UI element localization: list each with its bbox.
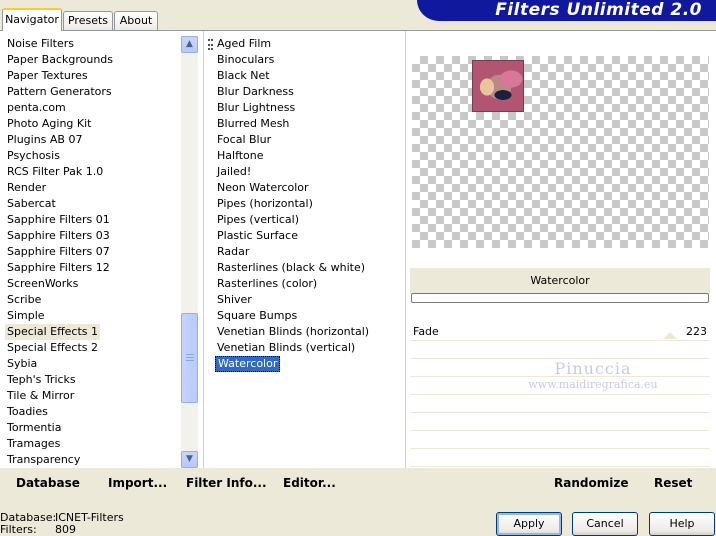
list-item[interactable]: Pipes (vertical) bbox=[215, 212, 301, 228]
list-item[interactable]: Special Effects 1 bbox=[5, 324, 101, 340]
list-item[interactable]: Sybia bbox=[5, 356, 39, 372]
list-item[interactable]: Square Bumps bbox=[215, 308, 299, 324]
editor-button[interactable]: Editor... bbox=[283, 475, 336, 491]
scroll-up-button[interactable]: ▲ bbox=[181, 36, 198, 53]
list-item[interactable]: Blur Darkness bbox=[215, 84, 296, 100]
chevron-up-icon: ▲ bbox=[186, 39, 193, 49]
list-item[interactable]: Jailed! bbox=[215, 164, 253, 180]
list-item[interactable]: penta.com bbox=[5, 100, 68, 116]
watermark: Pinuccia www.maidiregrafica.eu bbox=[518, 359, 668, 392]
list-item[interactable]: Sapphire Filters 01 bbox=[5, 212, 112, 228]
list-item[interactable]: Blur Lightness bbox=[215, 100, 297, 116]
empty-slider-row bbox=[410, 396, 710, 413]
list-item[interactable]: Binoculars bbox=[215, 52, 276, 68]
list-item[interactable]: Simple bbox=[5, 308, 47, 324]
preview-thumbnail bbox=[472, 60, 524, 112]
filter-list[interactable]: Aged Film Binoculars Black Net Blur Darknes… bbox=[208, 36, 404, 468]
list-item[interactable]: Venetian Blinds (horizontal) bbox=[215, 324, 371, 340]
divider-left bbox=[203, 31, 204, 468]
list-item[interactable]: Radar bbox=[215, 244, 251, 260]
list-item[interactable]: Tramages bbox=[5, 436, 62, 452]
apply-button[interactable]: Apply bbox=[496, 512, 562, 536]
list-item[interactable]: Noise Filters bbox=[5, 36, 76, 52]
import-button[interactable]: Import... bbox=[108, 475, 167, 491]
list-item[interactable]: Rasterlines (black & white) bbox=[215, 260, 367, 276]
list-item[interactable]: Scribe bbox=[5, 292, 43, 308]
chevron-down-icon: ▼ bbox=[186, 454, 193, 464]
list-item[interactable]: Paper Backgrounds bbox=[5, 52, 115, 68]
list-item[interactable]: Transparency bbox=[5, 452, 82, 468]
database-button[interactable]: Database bbox=[16, 475, 80, 491]
list-item[interactable]: Pattern Generators bbox=[5, 84, 114, 100]
list-item[interactable]: Toadies bbox=[5, 404, 50, 420]
scroll-thumb[interactable] bbox=[181, 313, 198, 403]
slider-value: 223 bbox=[686, 325, 707, 338]
list-item[interactable]: Venetian Blinds (vertical) bbox=[215, 340, 357, 356]
list-item[interactable]: Focal Blur bbox=[215, 132, 273, 148]
list-item[interactable]: Blurred Mesh bbox=[215, 116, 291, 132]
cancel-button[interactable]: Cancel bbox=[572, 512, 638, 536]
list-item[interactable]: Sapphire Filters 12 bbox=[5, 260, 112, 276]
empty-slider-row bbox=[410, 342, 710, 359]
app-title: Filters Unlimited 2.0 bbox=[495, 0, 702, 20]
divider-right bbox=[405, 31, 406, 468]
progress-bar bbox=[411, 293, 709, 303]
list-item[interactable]: Sapphire Filters 03 bbox=[5, 228, 112, 244]
list-item[interactable]: Sabercat bbox=[5, 196, 58, 212]
watermark-name: Pinuccia bbox=[554, 359, 632, 378]
list-item[interactable]: Sapphire Filters 07 bbox=[5, 244, 112, 260]
tab-presets[interactable]: Presets bbox=[63, 11, 113, 30]
help-button[interactable]: Help bbox=[649, 512, 715, 536]
empty-slider-row bbox=[410, 414, 710, 431]
slider-handle[interactable] bbox=[663, 332, 677, 339]
filters-status-value: 809 bbox=[55, 523, 76, 536]
list-item[interactable]: Teph's Tricks bbox=[5, 372, 78, 388]
list-item[interactable]: RCS Filter Pak 1.0 bbox=[5, 164, 105, 180]
filters-status-label: Filters: bbox=[0, 523, 37, 536]
list-item[interactable]: Render bbox=[5, 180, 48, 196]
slider-label: Fade bbox=[413, 325, 439, 338]
category-list[interactable]: Noise Filters Paper Backgrounds Paper Text… bbox=[4, 36, 181, 468]
list-item[interactable]: Psychosis bbox=[5, 148, 62, 164]
list-item[interactable]: Pipes (horizontal) bbox=[215, 196, 315, 212]
tab-about[interactable]: About bbox=[114, 11, 158, 30]
list-item[interactable]: Rasterlines (color) bbox=[215, 276, 319, 292]
fade-slider[interactable]: Fade 223 bbox=[410, 324, 710, 341]
list-item[interactable]: Black Net bbox=[215, 68, 272, 84]
list-item[interactable]: Plastic Surface bbox=[215, 228, 300, 244]
empty-slider-row bbox=[410, 432, 710, 449]
list-item[interactable]: Paper Textures bbox=[5, 68, 90, 84]
list-item[interactable]: Photo Aging Kit bbox=[5, 116, 93, 132]
list-item[interactable]: Plugins AB 07 bbox=[5, 132, 84, 148]
filter-name-display: Watercolor bbox=[410, 268, 710, 294]
list-item[interactable]: Tile & Mirror bbox=[5, 388, 76, 404]
list-item[interactable]: Watercolor bbox=[215, 356, 281, 372]
list-item[interactable]: Special Effects 2 bbox=[5, 340, 100, 356]
list-item[interactable]: Tormentia bbox=[5, 420, 63, 436]
empty-slider-row bbox=[410, 450, 710, 467]
filter-info-button[interactable]: Filter Info... bbox=[186, 475, 267, 491]
drag-grip-icon bbox=[208, 39, 213, 50]
tab-navigator[interactable]: Navigator bbox=[2, 8, 62, 31]
reset-button[interactable]: Reset bbox=[654, 475, 692, 491]
category-scrollbar[interactable]: ▲ ▼ bbox=[181, 36, 198, 468]
randomize-button[interactable]: Randomize bbox=[554, 475, 628, 491]
list-item[interactable]: Halftone bbox=[215, 148, 266, 164]
title-banner: Filters Unlimited 2.0 bbox=[417, 0, 716, 21]
list-item[interactable]: ScreenWorks bbox=[5, 276, 80, 292]
scroll-down-button[interactable]: ▼ bbox=[181, 451, 198, 468]
list-item[interactable]: Aged Film bbox=[215, 36, 273, 52]
list-item[interactable]: Shiver bbox=[215, 292, 254, 308]
watermark-url: www.maidiregrafica.eu bbox=[528, 378, 658, 391]
list-item[interactable]: Neon Watercolor bbox=[215, 180, 311, 196]
preview-area[interactable] bbox=[412, 56, 709, 248]
